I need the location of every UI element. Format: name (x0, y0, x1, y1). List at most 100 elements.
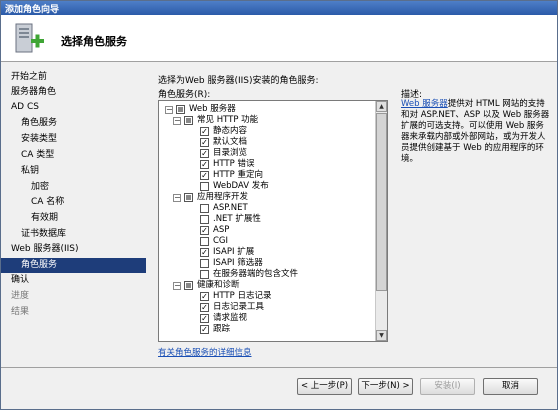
role-service-checkbox[interactable] (184, 281, 193, 290)
role-service-label: HTTP 日志记录 (213, 291, 272, 301)
role-service-checkbox[interactable]: ✓ (200, 303, 209, 312)
add-roles-wizard-window: 添加角色向导 选择角色服务 开始之前 服务器角色 AD CS 角色服务 安装类型… (0, 0, 558, 410)
description-link[interactable]: Web 服务器 (401, 99, 448, 109)
role-service-label: WebDAV 发布 (213, 181, 269, 191)
role-service-label: 在服务器端的包含文件 (213, 269, 299, 279)
role-service-checkbox[interactable]: ✓ (200, 226, 209, 235)
role-service-label: ASP (213, 225, 230, 235)
role-service-label: 目录浏览 (213, 148, 248, 158)
role-service-label: 请求监视 (213, 313, 248, 323)
tree-row[interactable]: 在服务器端的包含文件 (159, 269, 374, 280)
step-results: 结果 (11, 307, 30, 317)
role-service-label: Web 服务器 (189, 104, 236, 114)
role-service-label: ISAPI 扩展 (213, 247, 255, 257)
tree-row[interactable]: ASP.NET (159, 203, 374, 214)
next-button[interactable]: 下一步(N) > (358, 378, 413, 395)
server-add-icon (11, 22, 45, 56)
tree-row[interactable]: ✓ 日志记录工具 (159, 302, 374, 313)
role-service-checkbox[interactable] (184, 116, 193, 125)
tree-row[interactable]: − 应用程序开发 (159, 192, 374, 203)
role-service-checkbox[interactable] (200, 215, 209, 224)
scroll-down-arrow-icon[interactable]: ▼ (376, 330, 387, 341)
title-bar[interactable]: 添加角色向导 (1, 1, 557, 15)
role-service-label: 常见 HTTP 功能 (197, 115, 259, 125)
role-service-label: HTTP 错误 (213, 159, 255, 169)
role-service-checkbox[interactable]: ✓ (200, 248, 209, 257)
instruction-text: 选择为Web 服务器(IIS)安装的角色服务: (158, 76, 319, 86)
role-service-label: 跟踪 (213, 324, 231, 334)
step-web-server-iis[interactable]: Web 服务器(IIS) (1, 242, 146, 257)
role-service-label: ISAPI 筛选器 (213, 258, 263, 268)
role-services-tree[interactable]: − Web 服务器 − 常见 HTTP 功能 ✓ 静态内容 ✓ 默认文档 ✓ 目录浏览 ✓ HTTP … (158, 100, 388, 342)
step-certificate-database[interactable]: 证书数据库 (1, 227, 146, 242)
role-service-label: HTTP 重定向 (213, 170, 263, 180)
step-ca-name[interactable]: CA 名称 (1, 195, 146, 210)
role-service-checkbox[interactable] (200, 259, 209, 268)
role-service-checkbox[interactable] (200, 204, 209, 213)
role-service-checkbox[interactable] (184, 193, 193, 202)
step-validity-period[interactable]: 有效期 (1, 211, 146, 226)
role-service-checkbox[interactable]: ✓ (200, 149, 209, 158)
tree-row[interactable]: WebDAV 发布 (159, 181, 374, 192)
wizard-steps-sidebar: 开始之前 服务器角色 AD CS 角色服务 安装类型 CA 类型 私钥 加密 C… (1, 63, 146, 375)
more-info-link[interactable]: 有关角色服务的详细信息 (158, 346, 252, 358)
role-service-label: ASP.NET (213, 203, 248, 213)
tree-row[interactable]: ✓ ISAPI 扩展 (159, 247, 374, 258)
role-service-checkbox[interactable]: ✓ (200, 127, 209, 136)
cancel-button[interactable]: 取消 (483, 378, 538, 395)
step-iis-role-services[interactable]: 角色服务 (1, 258, 146, 273)
main-content: 选择为Web 服务器(IIS)安装的角色服务: 角色服务(R): − Web 服务… (146, 63, 557, 375)
role-service-checkbox[interactable]: ✓ (200, 171, 209, 180)
role-service-label: 健康和诊断 (197, 280, 240, 290)
previous-button[interactable]: < 上一步(P) (297, 378, 352, 395)
role-service-label: 日志记录工具 (213, 302, 265, 312)
tree-row[interactable]: ✓ ASP (159, 225, 374, 236)
tree-row[interactable]: ✓ 跟踪 (159, 324, 374, 335)
collapse-expander-icon[interactable]: − (173, 194, 181, 202)
step-progress: 进度 (11, 291, 30, 301)
role-service-checkbox[interactable] (200, 270, 209, 279)
role-service-checkbox[interactable] (200, 182, 209, 191)
tree-row[interactable]: ✓ 静态内容 (159, 126, 374, 137)
tree-row[interactable]: ISAPI 筛选器 (159, 258, 374, 269)
step-ca-type[interactable]: CA 类型 (1, 148, 146, 163)
tree-scrollbar[interactable]: ▲ ▼ (375, 101, 387, 341)
role-service-checkbox[interactable] (200, 237, 209, 246)
step-setup-type[interactable]: 安装类型 (1, 132, 146, 147)
scroll-thumb[interactable] (376, 113, 387, 291)
role-service-checkbox[interactable]: ✓ (200, 292, 209, 301)
tree-row[interactable]: − Web 服务器 (159, 104, 374, 115)
tree-row[interactable]: ✓ HTTP 错误 (159, 159, 374, 170)
role-service-checkbox[interactable]: ✓ (200, 160, 209, 169)
scroll-up-arrow-icon[interactable]: ▲ (376, 101, 387, 112)
page-title: 选择角色服务 (61, 35, 127, 48)
tree-row[interactable]: ✓ HTTP 日志记录 (159, 291, 374, 302)
tree-row[interactable]: ✓ 请求监视 (159, 313, 374, 324)
footer-divider (1, 367, 557, 368)
step-ad-cs-role-services[interactable]: 角色服务 (1, 116, 146, 131)
role-services-label: 角色服务(R): (158, 90, 211, 100)
wizard-header: 选择角色服务 (1, 15, 557, 62)
tree-row[interactable]: ✓ 目录浏览 (159, 148, 374, 159)
tree-row[interactable]: ✓ HTTP 重定向 (159, 170, 374, 181)
collapse-expander-icon[interactable]: − (165, 106, 173, 114)
step-private-key[interactable]: 私钥 (1, 164, 146, 179)
role-service-label: .NET 扩展性 (213, 214, 261, 224)
step-ad-cs[interactable]: AD CS (1, 100, 146, 115)
step-cryptography[interactable]: 加密 (1, 180, 146, 195)
install-button[interactable]: 安装(I) (420, 378, 475, 395)
tree-row[interactable]: CGI (159, 236, 374, 247)
role-service-checkbox[interactable]: ✓ (200, 325, 209, 334)
tree-row[interactable]: .NET 扩展性 (159, 214, 374, 225)
tree-row[interactable]: ✓ 默认文档 (159, 137, 374, 148)
step-confirmation[interactable]: 确认 (1, 273, 146, 288)
tree-row[interactable]: − 常见 HTTP 功能 (159, 115, 374, 126)
role-service-checkbox[interactable] (176, 105, 185, 114)
role-service-checkbox[interactable]: ✓ (200, 138, 209, 147)
step-server-roles[interactable]: 服务器角色 (1, 85, 146, 100)
tree-row[interactable]: − 健康和诊断 (159, 280, 374, 291)
collapse-expander-icon[interactable]: − (173, 282, 181, 290)
role-service-checkbox[interactable]: ✓ (200, 314, 209, 323)
collapse-expander-icon[interactable]: − (173, 117, 181, 125)
step-before-you-begin[interactable]: 开始之前 (1, 70, 146, 85)
